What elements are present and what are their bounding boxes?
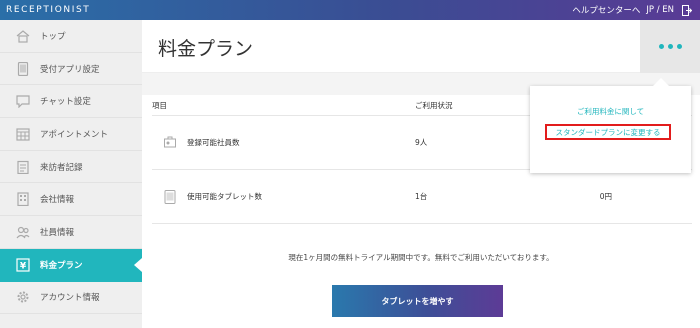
menu-item-change-to-standard[interactable]: スタンダードプランに変更する bbox=[545, 124, 671, 140]
add-tablet-button[interactable]: タブレットを増やす bbox=[332, 285, 503, 317]
sidebar-item-label: 料金プラン bbox=[40, 260, 83, 271]
sidebar-item-label: 会社情報 bbox=[40, 195, 75, 206]
row-label: 使用可能タブレット数 bbox=[187, 192, 262, 201]
tablet-icon bbox=[164, 189, 176, 204]
building-icon bbox=[16, 192, 30, 207]
sidebar-item-visitor-log[interactable]: 来訪者記録 bbox=[0, 151, 142, 184]
row-label-cell: 使用可能タブレット数 bbox=[152, 189, 415, 204]
tablet-icon bbox=[16, 61, 30, 76]
top-bar: RECEPTIONIST ヘルプセンターへ JP / EN bbox=[0, 0, 700, 20]
home-icon bbox=[16, 29, 30, 43]
sidebar-item-reception-app[interactable]: 受付アプリ設定 bbox=[0, 53, 142, 86]
calendar-icon bbox=[16, 127, 30, 141]
sidebar-item-label: 来訪者記録 bbox=[40, 162, 83, 173]
menu-item-pricing-info[interactable]: ご利用料金に関して bbox=[530, 106, 691, 117]
page-header: 料金プラン bbox=[142, 20, 700, 73]
help-center-link[interactable]: ヘルプセンターへ bbox=[572, 4, 640, 16]
sidebar-item-label: チャット設定 bbox=[40, 97, 91, 108]
chat-icon bbox=[16, 94, 30, 109]
page-title: 料金プラン bbox=[158, 38, 254, 60]
more-dots-icon[interactable] bbox=[640, 20, 700, 73]
row-label-cell: 登録可能社員数 bbox=[152, 136, 415, 150]
row-usage: 1台 bbox=[415, 192, 428, 201]
brand-logo: RECEPTIONIST bbox=[6, 5, 91, 15]
sidebar: トップ 受付アプリ設定 チャット設定 アポイントメント 来訪者記録 会社情報 社… bbox=[0, 20, 142, 328]
column-header-usage: ご利用状況 bbox=[415, 101, 453, 110]
menu-item-label: スタンダードプランに変更する bbox=[555, 127, 661, 137]
svg-text:¥: ¥ bbox=[20, 261, 27, 271]
sidebar-item-account[interactable]: アカウント情報 bbox=[0, 282, 142, 315]
sidebar-item-label: 受付アプリ設定 bbox=[40, 64, 100, 75]
table-row: 使用可能タブレット数 1台 0円 bbox=[152, 170, 692, 224]
main-content: 料金プラン 項目 ご利用状況 登録可能社員数 9人 使用可能タブレット数 1台 … bbox=[142, 20, 700, 328]
language-switch[interactable]: JP / EN bbox=[646, 5, 674, 15]
people-icon bbox=[16, 225, 30, 239]
sidebar-item-employees[interactable]: 社員情報 bbox=[0, 216, 142, 249]
more-menu-dropdown: ご利用料金に関して スタンダードプランに変更する bbox=[530, 78, 691, 173]
sidebar-item-label: アカウント情報 bbox=[40, 293, 100, 304]
clipboard-icon bbox=[16, 160, 30, 174]
sidebar-item-label: アポイントメント bbox=[40, 129, 109, 140]
column-header-item: 項目 bbox=[152, 101, 167, 110]
employees-icon bbox=[164, 136, 176, 150]
sidebar-item-appointment[interactable]: アポイントメント bbox=[0, 118, 142, 151]
top-right-menu: ヘルプセンターへ JP / EN bbox=[572, 0, 693, 20]
gear-icon bbox=[16, 290, 30, 304]
yen-icon: ¥ bbox=[16, 258, 30, 272]
logout-icon[interactable] bbox=[682, 4, 693, 16]
sidebar-item-pricing[interactable]: ¥ 料金プラン bbox=[0, 248, 142, 282]
sidebar-item-chat[interactable]: チャット設定 bbox=[0, 85, 142, 119]
sidebar-item-company[interactable]: 会社情報 bbox=[0, 183, 142, 217]
row-usage: 9人 bbox=[415, 138, 428, 147]
sidebar-item-top[interactable]: トップ bbox=[0, 20, 142, 53]
trial-notice: 現在1ヶ月間の無料トライアル期間中です。無料でご利用いただいております。 bbox=[288, 253, 554, 262]
sidebar-item-label: トップ bbox=[40, 31, 66, 42]
row-label: 登録可能社員数 bbox=[187, 138, 240, 147]
row-price: 0円 bbox=[599, 192, 612, 201]
sidebar-item-label: 社員情報 bbox=[40, 227, 75, 238]
